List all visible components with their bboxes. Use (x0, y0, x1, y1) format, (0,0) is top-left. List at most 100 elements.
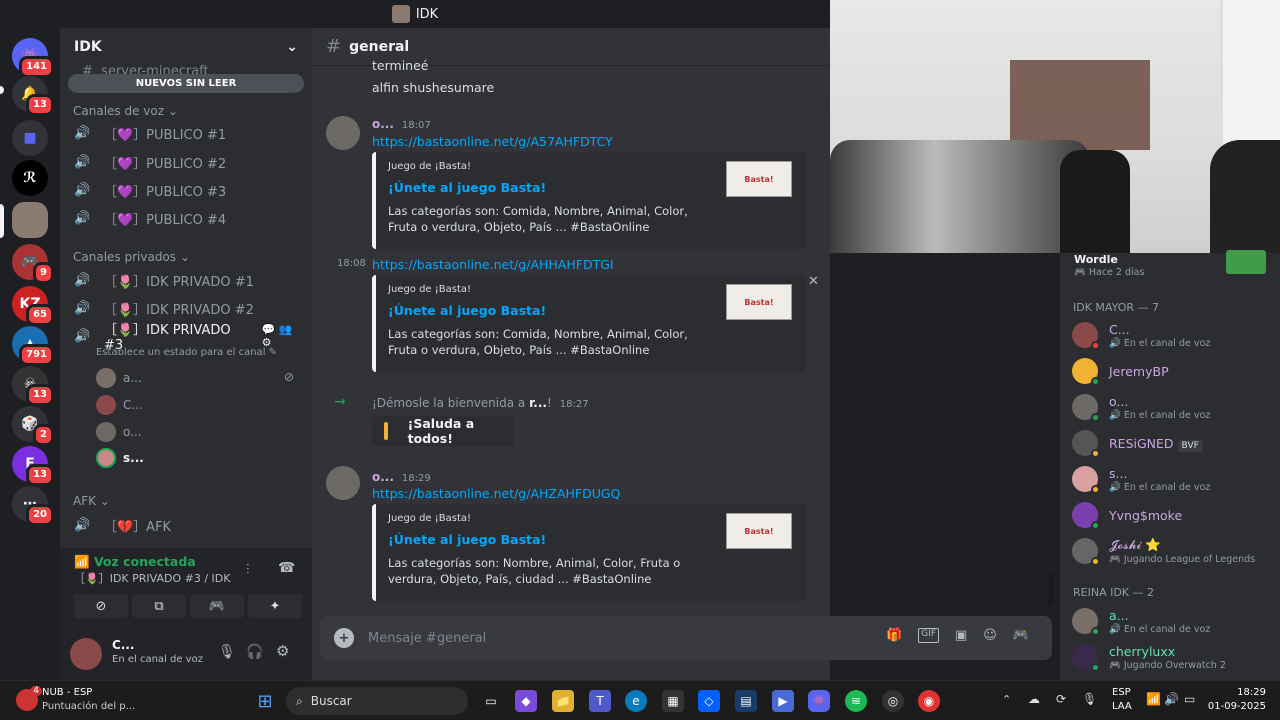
server-icon-logo[interactable]: ℛ (12, 160, 48, 196)
message-link[interactable]: https://bastaonline.net/g/AHHAHFDTGI (372, 257, 614, 272)
app-icon[interactable]: ▶ (772, 690, 794, 712)
category-private[interactable]: Canales privados ⌄ (73, 250, 190, 264)
message-author[interactable]: o... 18:07 (372, 117, 431, 131)
embed-thumbnail[interactable]: Basta! (726, 161, 792, 197)
store-icon[interactable]: ▦ (662, 690, 684, 712)
copilot-icon[interactable]: ◆ (515, 690, 537, 712)
avatar[interactable] (70, 638, 102, 670)
voice-channel-publico-2[interactable]: 🔊 ［💜］PUBLICO #2 (74, 150, 304, 174)
server-icon-2[interactable]: 🎮 9 (12, 244, 54, 284)
microphone-icon[interactable]: 🎙 (1082, 692, 1097, 706)
private-channel-2[interactable]: 🔊 ［🌷］IDK PRIVADO #2 (74, 296, 304, 320)
clock-time[interactable]: 18:29 (1212, 687, 1266, 698)
apps-icon[interactable]: 🎮 (1013, 628, 1029, 643)
windows-start-icon[interactable]: ⊞ (254, 690, 276, 712)
voice-user[interactable]: C... (96, 393, 143, 417)
wordle-icon[interactable] (1226, 250, 1266, 274)
new-unread-banner[interactable]: NUEVOS SIN LEER (68, 74, 304, 93)
tray-icon[interactable]: ☁ (1028, 692, 1040, 706)
voice-user[interactable]: o... (96, 420, 142, 444)
avatar[interactable] (326, 466, 360, 500)
headphones-icon[interactable]: 🎧 (246, 644, 263, 660)
folder-icon[interactable]: ■ (12, 120, 48, 156)
member-item[interactable]: 𝓙𝓸𝓼𝓱𝓲 ⭐ 🎮 Jugando League of Legends (1072, 535, 1255, 567)
member-item[interactable]: JeremyBP (1072, 355, 1169, 387)
voice-status[interactable]: 📶 Voz conectada (74, 554, 196, 570)
taskbar-search[interactable]: ⌕ Buscar (286, 687, 468, 715)
avatar[interactable] (326, 116, 360, 150)
member-item[interactable]: Yvng$moke (1072, 499, 1182, 531)
activity-name[interactable]: Wordle (1074, 253, 1118, 266)
private-channel-1[interactable]: 🔊 ［🌷］IDK PRIVADO #1 (74, 268, 304, 292)
server-icon-f[interactable]: F13 (12, 446, 54, 486)
gif-icon[interactable]: GIF (918, 628, 939, 643)
widget-subtitle[interactable]: Puntuación del p... (42, 701, 135, 712)
member-item[interactable]: RESiGNED BVF (1072, 427, 1203, 459)
voice-channel-publico-3[interactable]: 🔊 ［💜］PUBLICO #3 (74, 178, 304, 202)
member-item[interactable]: a... 🔊 En el canal de voz (1072, 605, 1210, 637)
message-link[interactable]: https://bastaonline.net/g/AHZAHFDUGQ (372, 486, 620, 501)
wifi-icon[interactable]: 📶 (1146, 692, 1161, 706)
member-item[interactable]: s... 🔊 En el canal de voz (1072, 463, 1210, 495)
soundboard-button[interactable]: ✦ (248, 594, 302, 618)
language-indicator[interactable]: ESP (1112, 687, 1131, 698)
message-author[interactable]: o... 18:29 (372, 470, 431, 484)
edge-icon[interactable]: e (625, 690, 647, 712)
server-icon-kz[interactable]: KZ65 (12, 286, 54, 326)
discord-home-icon[interactable]: 👾141 (12, 38, 54, 78)
member-item[interactable]: cherryluxx 🎮 Jugando Overwatch 2 (1072, 641, 1226, 673)
server-icon-a[interactable]: ▲791 (12, 326, 54, 366)
emoji-icon[interactable]: ☺ (983, 628, 997, 643)
screen-share-button[interactable]: ⧉ (132, 594, 186, 618)
sticker-icon[interactable]: ▣ (955, 628, 967, 643)
channel-status-hint[interactable]: Establece un estado para el canal ✎ (96, 347, 277, 358)
gear-icon[interactable]: ⚙ (276, 642, 289, 660)
volume-icon[interactable]: 🔊 (1164, 692, 1179, 706)
voice-user-speaking[interactable]: s... (96, 446, 144, 470)
embed-thumbnail[interactable]: Basta! (726, 513, 792, 549)
server-icon-skull[interactable]: ☠13 (12, 366, 54, 406)
voice-channel-publico-4[interactable]: 🔊 ［💜］PUBLICO #4 (74, 206, 304, 230)
server-idk[interactable] (12, 202, 48, 238)
task-view-icon[interactable]: ▭ (480, 690, 502, 712)
disconnect-icon[interactable]: ☎ (278, 560, 295, 576)
noise-suppression-icon[interactable]: ⫶ (246, 562, 250, 578)
camera-button[interactable]: ⊘ (74, 594, 128, 618)
scrollbar[interactable] (1048, 572, 1054, 606)
spotify-icon[interactable]: ≋ (845, 690, 867, 712)
close-icon[interactable]: ✕ (808, 274, 819, 289)
voice-user[interactable]: a... (96, 366, 142, 390)
language-sub[interactable]: LAA (1112, 701, 1132, 712)
server-header[interactable]: IDK ⌄ (60, 28, 312, 66)
microphone-icon[interactable]: 🎙 (218, 644, 236, 660)
wave-sticker-button[interactable]: ¡Saluda a todos! (372, 416, 514, 446)
category-afk[interactable]: AFK ⌄ (73, 494, 110, 508)
chevron-up-icon[interactable]: ⌃ (1002, 693, 1011, 706)
member-item[interactable]: o... 🔊 En el canal de voz (1072, 391, 1210, 423)
message-link[interactable]: https://bastaonline.net/g/A57AHFDTCY (372, 134, 613, 149)
widget-title[interactable]: NUB - ESP (42, 687, 92, 698)
app-icon[interactable]: ▤ (735, 690, 757, 712)
dropbox-icon[interactable]: ◇ (698, 690, 720, 712)
teams-icon[interactable]: T (589, 690, 611, 712)
clock-date[interactable]: 01-09-2025 (1206, 701, 1266, 712)
server-folder-icon[interactable]: ⋯20 (12, 486, 54, 526)
app-icon[interactable]: ◎ (882, 690, 904, 712)
battery-icon[interactable]: ▭ (1184, 692, 1195, 706)
server-bell-icon[interactable]: 🔔13 (12, 76, 54, 116)
gift-icon[interactable]: 🎁 (886, 628, 902, 643)
server-icon-gamepad[interactable]: 🎲 2 (12, 406, 54, 446)
voice-channel-publico-1[interactable]: 🔊 ［💜］PUBLICO #1 (74, 121, 304, 145)
private-channel-3[interactable]: 🔊 ［🌷］IDK PRIVADO #3 💬 👥 ⚙ (74, 323, 304, 353)
member-item[interactable]: C... 🔊 En el canal de voz (1072, 319, 1210, 351)
chrome-icon[interactable]: ◉ (918, 690, 940, 712)
file-explorer-icon[interactable]: 📁 (552, 690, 574, 712)
afk-channel[interactable]: 🔊 ［💔］AFK (74, 513, 304, 537)
discord-taskbar-icon[interactable]: 👾 (808, 690, 830, 712)
add-attachment-icon[interactable]: + (334, 628, 354, 648)
category-voice[interactable]: Canales de voz ⌄ (73, 104, 178, 118)
activities-button[interactable]: 🎮 (190, 594, 244, 618)
voice-channel-path[interactable]: ［🌷］IDK PRIVADO #3 / IDK (74, 570, 230, 586)
embed-thumbnail[interactable]: Basta! (726, 284, 792, 320)
app-widget-icon[interactable]: 4 (16, 686, 42, 711)
